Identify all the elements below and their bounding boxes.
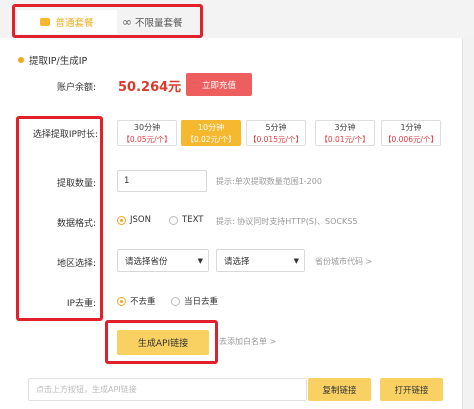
radio-unchecked-icon — [169, 215, 178, 225]
format-text-label: TEXT — [182, 215, 204, 225]
duration-option-name: 5分钟 — [265, 123, 287, 132]
copy-link-button[interactable]: 复制链接 — [308, 378, 371, 401]
duration-option[interactable]: 30分钟【0.05元/个】 — [117, 120, 177, 146]
duration-option-name: 3分钟 — [334, 123, 356, 132]
duration-option-price: 【0.02元/个】 — [186, 135, 236, 144]
quantity-hint: 提示:单次提取数量范围1-200 — [216, 177, 322, 186]
duration-option[interactable]: 1分钟【0.006元/个】 — [381, 120, 441, 146]
city-select[interactable]: 请选择 ▼ — [216, 249, 305, 272]
quantity-input[interactable]: 1 — [117, 170, 207, 192]
open-link-button[interactable]: 打开链接 — [380, 378, 443, 401]
duration-option-name: 30分钟 — [133, 123, 161, 132]
province-select[interactable]: 请选择省份 ▼ — [117, 249, 209, 272]
format-text-radio[interactable]: TEXT — [169, 215, 203, 225]
duration-option-price: 【0.05元/个】 — [122, 135, 172, 144]
duration-option-price: 【0.015元/个】 — [249, 135, 303, 144]
highlight-box-tabs — [12, 4, 203, 38]
duration-option-price: 【0.01元/个】 — [320, 135, 370, 144]
region-code-link[interactable]: 省份城市代码 > — [315, 256, 372, 267]
section-title-text: 提取IP/生成IP — [29, 56, 88, 67]
radio-unchecked-icon — [171, 296, 180, 306]
dedupe-none-radio[interactable]: 不去重 — [117, 295, 156, 307]
duration-option[interactable]: 3分钟【0.01元/个】 — [315, 120, 375, 146]
format-json-label: JSON — [130, 215, 151, 225]
format-json-radio[interactable]: JSON — [117, 215, 151, 225]
duration-option-name: 1分钟 — [400, 123, 422, 132]
add-whitelist-link[interactable]: 去添加白名单 > — [219, 336, 276, 347]
scrollbar[interactable] — [462, 38, 474, 409]
city-select-value: 请选择 — [224, 256, 250, 267]
duration-option[interactable]: 10分钟【0.02元/个】 — [181, 120, 241, 146]
section-title: 提取IP/生成IP — [18, 53, 87, 67]
duration-option-name: 10分钟 — [197, 123, 225, 132]
highlight-box-labels — [16, 116, 103, 321]
radio-checked-icon — [117, 215, 126, 225]
balance-label: 账户余额: — [56, 83, 96, 93]
highlight-box-generate — [105, 320, 218, 364]
balance-value: 50.264元 — [118, 80, 182, 95]
dedupe-daily-radio[interactable]: 当日去重 — [171, 295, 218, 307]
dedupe-none-label: 不去重 — [130, 297, 156, 307]
duration-option-price: 【0.006元/个】 — [384, 135, 438, 144]
bullet-dot-icon — [18, 57, 24, 63]
province-select-value: 请选择省份 — [125, 256, 168, 267]
radio-checked-icon — [117, 296, 126, 306]
format-hint: 提示: 协议同时支持HTTP(S)、SOCKS5 — [216, 217, 358, 226]
recharge-button[interactable]: 立即充值 — [186, 73, 252, 96]
caret-down-icon: ▼ — [293, 256, 299, 265]
caret-down-icon: ▼ — [197, 256, 203, 265]
api-link-field[interactable]: 点击上方按钮，生成API链接 — [28, 378, 307, 401]
duration-option[interactable]: 5分钟【0.015元/个】 — [246, 120, 306, 146]
dedupe-daily-label: 当日去重 — [184, 297, 219, 307]
